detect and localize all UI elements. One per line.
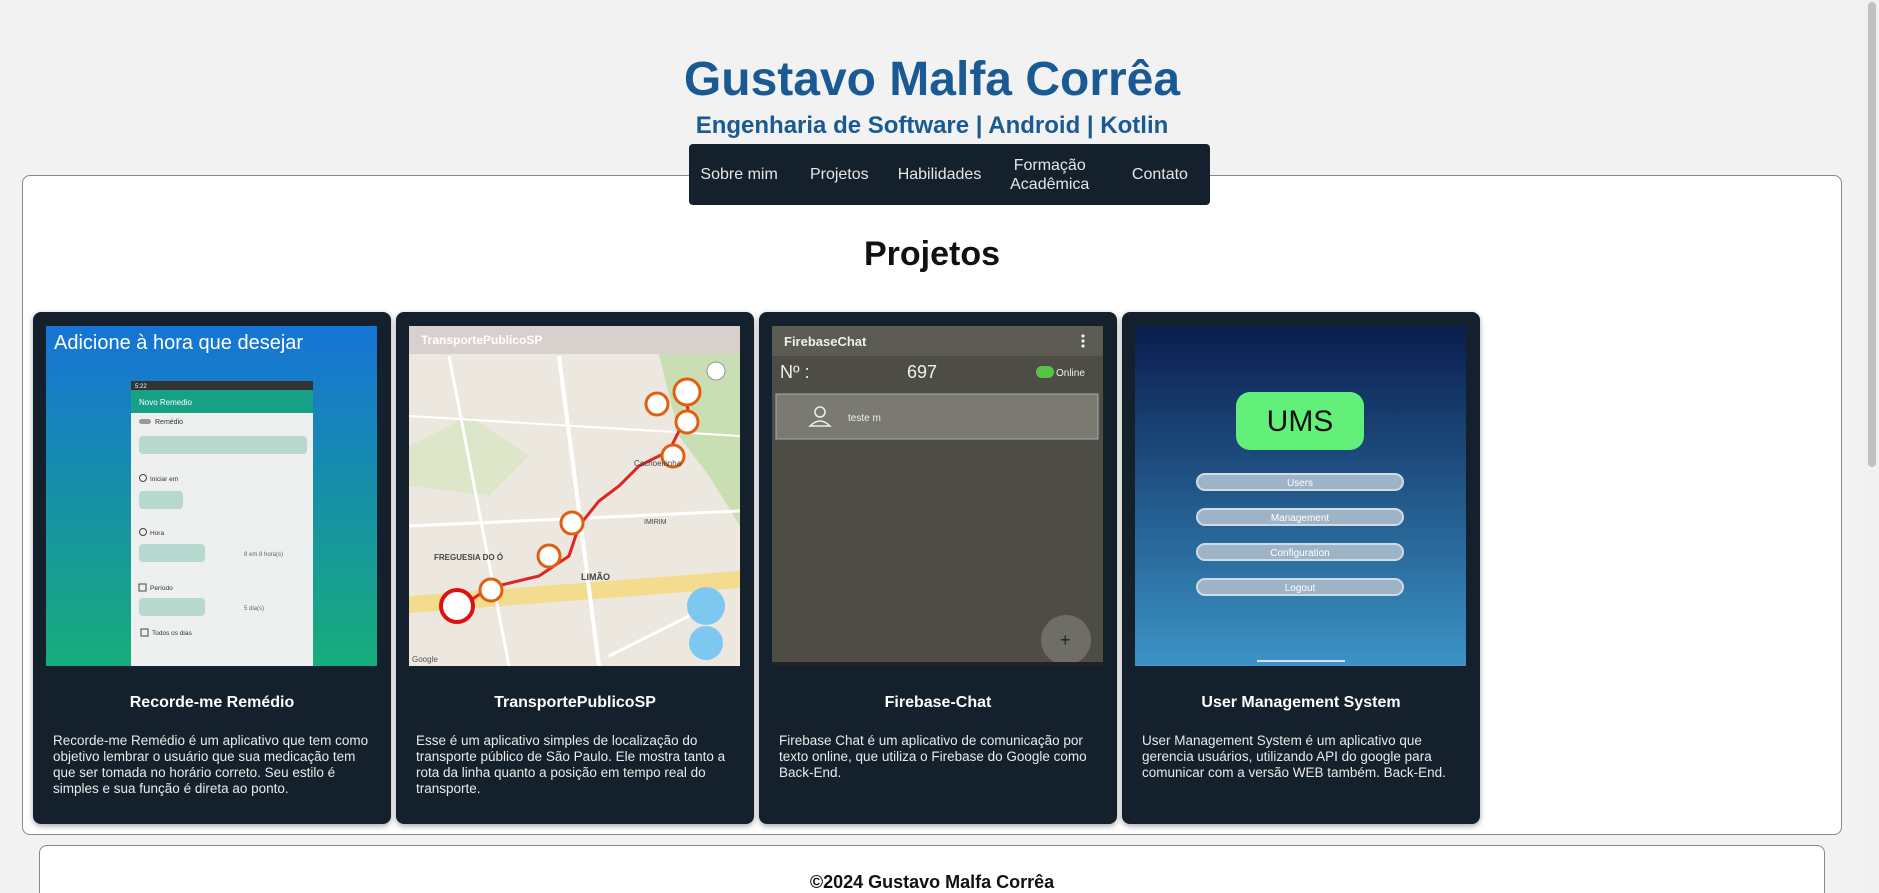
screenshot-heading: Adicione à hora que desejar [54,332,303,354]
svg-text:Online: Online [1056,368,1085,379]
project-description: Firebase Chat é um aplicativo de comunic… [779,733,1087,780]
project-title: User Management System [1201,694,1401,711]
project-title: TransportePublicoSP [494,694,656,711]
site-title: Gustavo Malfa Corrêa [683,53,1181,106]
svg-text:Todos os dias: Todos os dias [152,630,192,637]
svg-text:teste m: teste m [848,413,881,424]
nav-item-sobre-mim[interactable]: Sobre mim [689,165,789,184]
svg-text:TransportePublicoSP: TransportePublicoSP [421,333,542,347]
nav-item-formacao[interactable]: Formação Acadêmica [990,156,1110,194]
main-nav: Sobre mim Projetos Habilidades Formação … [689,144,1210,205]
svg-text:UMS: UMS [1267,405,1334,438]
svg-text:Iniciar em: Iniciar em [150,476,178,483]
project-card-ums[interactable]: UMS Users Management Configuration Logou… [1122,312,1480,824]
project-description: User Management System é um aplicativo q… [1142,733,1446,780]
site-tagline: Engenharia de Software | Android | Kotli… [695,112,1169,139]
svg-text:Google: Google [412,655,438,664]
project-card-firebase-chat[interactable]: FirebaseChat Nº : 697 Online teste m + F… [759,312,1117,824]
svg-text:LIMÃO: LIMÃO [581,572,610,582]
project-screenshot: FirebaseChat Nº : 697 Online teste m + [772,326,1103,666]
svg-text:Users: Users [1287,478,1313,489]
project-card-recorde-me[interactable]: Adicione à hora que desejar 5:22 Novo Re… [33,312,391,824]
nav-item-habilidades[interactable]: Habilidades [889,165,989,184]
page-scrollbar[interactable] [1864,0,1879,893]
project-description: Recorde-me Remédio é um aplicativo que t… [53,733,369,796]
svg-text:IMIRIM: IMIRIM [644,519,667,526]
svg-text:+: + [1060,630,1071,650]
project-title: Firebase-Chat [884,694,992,711]
nav-item-contato[interactable]: Contato [1110,165,1210,184]
svg-text:Período: Período [150,585,173,592]
svg-text:Cachoeirinha: Cachoeirinha [634,459,682,468]
svg-text:Configuration: Configuration [1270,548,1329,559]
nav-item-projetos[interactable]: Projetos [789,165,889,184]
section-title: Projetos [863,235,1001,273]
project-screenshot: TransportePublicoSP Cachoeirinha LIMÃO F… [409,326,740,666]
project-screenshot: UMS Users Management Configuration Logou… [1135,326,1466,666]
svg-text:FREGUESIA DO Ó: FREGUESIA DO Ó [434,553,503,562]
footer-copyright: ©2024 Gustavo Malfa Corrêa [809,872,1055,892]
svg-text:Nº :: Nº : [780,362,810,382]
svg-text:Logout: Logout [1285,583,1316,594]
svg-text:Novo Remedio: Novo Remedio [139,398,192,407]
scrollbar-thumb[interactable] [1868,2,1876,467]
project-title: Recorde-me Remédio [129,694,295,711]
svg-text:697: 697 [907,362,937,382]
svg-text:Management: Management [1271,513,1330,524]
svg-text:8 em 8 hora(s): 8 em 8 hora(s) [244,552,283,558]
svg-text:Remédio: Remédio [155,419,183,426]
project-card-transporte[interactable]: TransportePublicoSP Cachoeirinha LIMÃO F… [396,312,754,824]
svg-text:Hora: Hora [150,530,164,537]
project-screenshot: Adicione à hora que desejar 5:22 Novo Re… [46,326,377,666]
svg-text:5:22: 5:22 [135,384,147,390]
footer: ©2024 Gustavo Malfa Corrêa [39,845,1825,893]
svg-text:5 dia(s): 5 dia(s) [244,606,264,612]
project-description: Esse é um aplicativo simples de localiza… [416,733,726,796]
svg-text:FirebaseChat: FirebaseChat [784,334,867,349]
